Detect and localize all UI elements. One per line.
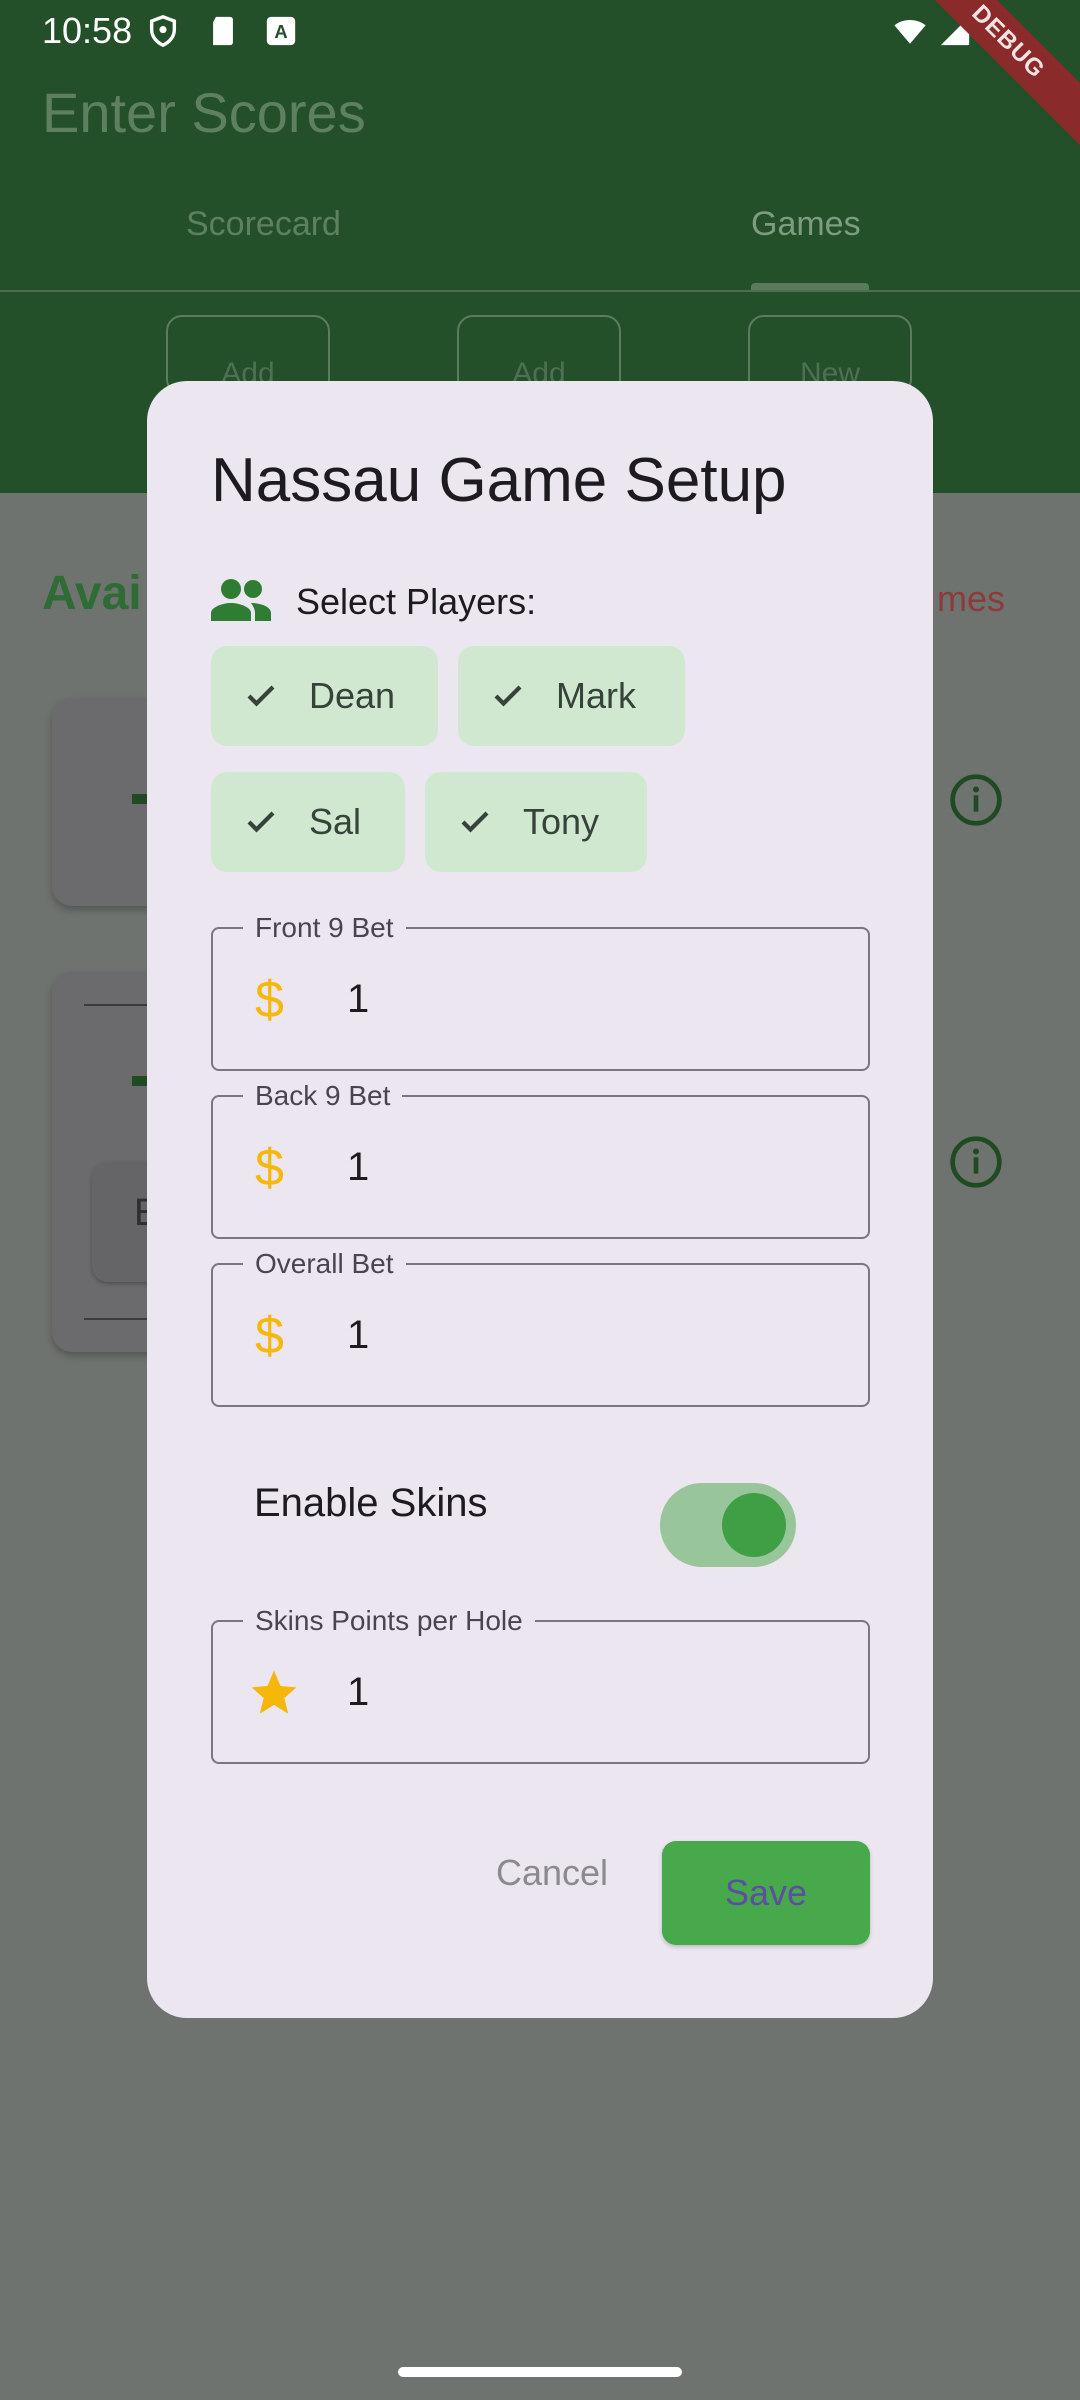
player-chip-tony[interactable]: Tony — [425, 772, 647, 872]
player-chip-label: Tony — [523, 801, 600, 842]
page-title: Enter Scores — [42, 81, 366, 144]
status-bar: 10:58 A — [0, 0, 1080, 62]
skins-points-label: Skins Points per Hole — [243, 1605, 535, 1637]
dollar-icon: $ — [255, 1139, 284, 1197]
player-chip-label: Sal — [309, 801, 362, 842]
enable-skins-switch[interactable] — [660, 1483, 796, 1567]
info-icon[interactable] — [948, 1134, 1004, 1190]
save-button[interactable]: Save — [662, 1841, 870, 1945]
shield-icon — [149, 15, 177, 48]
info-icon[interactable] — [948, 772, 1004, 828]
switch-knob — [722, 1493, 786, 1557]
back9-bet-value[interactable]: 1 — [347, 1145, 369, 1190]
status-time: 10:58 — [42, 10, 133, 51]
check-icon — [461, 811, 489, 833]
check-icon — [494, 685, 522, 707]
section-link[interactable]: mes — [937, 578, 1005, 620]
tab-divider — [0, 290, 1080, 292]
nassau-setup-dialog: Nassau Game Setup Select Players: Dean M… — [147, 381, 933, 2018]
star-icon — [251, 1670, 297, 1714]
cancel-button[interactable]: Cancel — [467, 1843, 637, 1903]
player-chip-mark[interactable]: Mark — [458, 646, 685, 746]
overall-bet-field[interactable]: Overall Bet $ 1 — [211, 1248, 870, 1407]
front9-bet-label: Front 9 Bet — [243, 912, 406, 944]
skins-points-field[interactable]: Skins Points per Hole 1 — [211, 1605, 870, 1764]
enable-skins-row: Enable Skins — [254, 1481, 487, 1526]
people-icon — [211, 579, 271, 621]
select-players-label: Select Players: — [296, 581, 537, 622]
check-icon — [247, 685, 275, 707]
dollar-icon: $ — [255, 971, 284, 1029]
wifi-icon — [894, 20, 926, 44]
a-icon: A — [266, 16, 296, 46]
back9-bet-field[interactable]: Back 9 Bet $ 1 — [211, 1080, 870, 1239]
player-chip-label: Mark — [556, 675, 636, 716]
enable-skins-label: Enable Skins — [254, 1481, 488, 1525]
section-title: Avai — [42, 567, 142, 620]
overall-bet-label: Overall Bet — [243, 1248, 406, 1280]
home-indicator[interactable] — [398, 2367, 682, 2377]
player-chip-label: Dean — [309, 675, 396, 716]
front9-bet-value[interactable]: 1 — [347, 977, 369, 1022]
tab-scorecard[interactable]: Scorecard — [186, 205, 341, 244]
dialog-title: Nassau Game Setup — [211, 446, 787, 515]
dollar-icon: $ — [255, 1307, 284, 1365]
player-chip-dean[interactable]: Dean — [211, 646, 438, 746]
svg-text:A: A — [274, 21, 287, 42]
tab-games[interactable]: Games — [751, 205, 861, 244]
player-chip-sal[interactable]: Sal — [211, 772, 405, 872]
sd-card-icon — [213, 16, 233, 46]
overall-bet-value[interactable]: 1 — [347, 1313, 369, 1358]
front9-bet-field[interactable]: Front 9 Bet $ 1 — [211, 912, 870, 1071]
check-icon — [247, 811, 275, 833]
back9-bet-label: Back 9 Bet — [243, 1080, 403, 1112]
skins-points-value[interactable]: 1 — [347, 1670, 369, 1715]
